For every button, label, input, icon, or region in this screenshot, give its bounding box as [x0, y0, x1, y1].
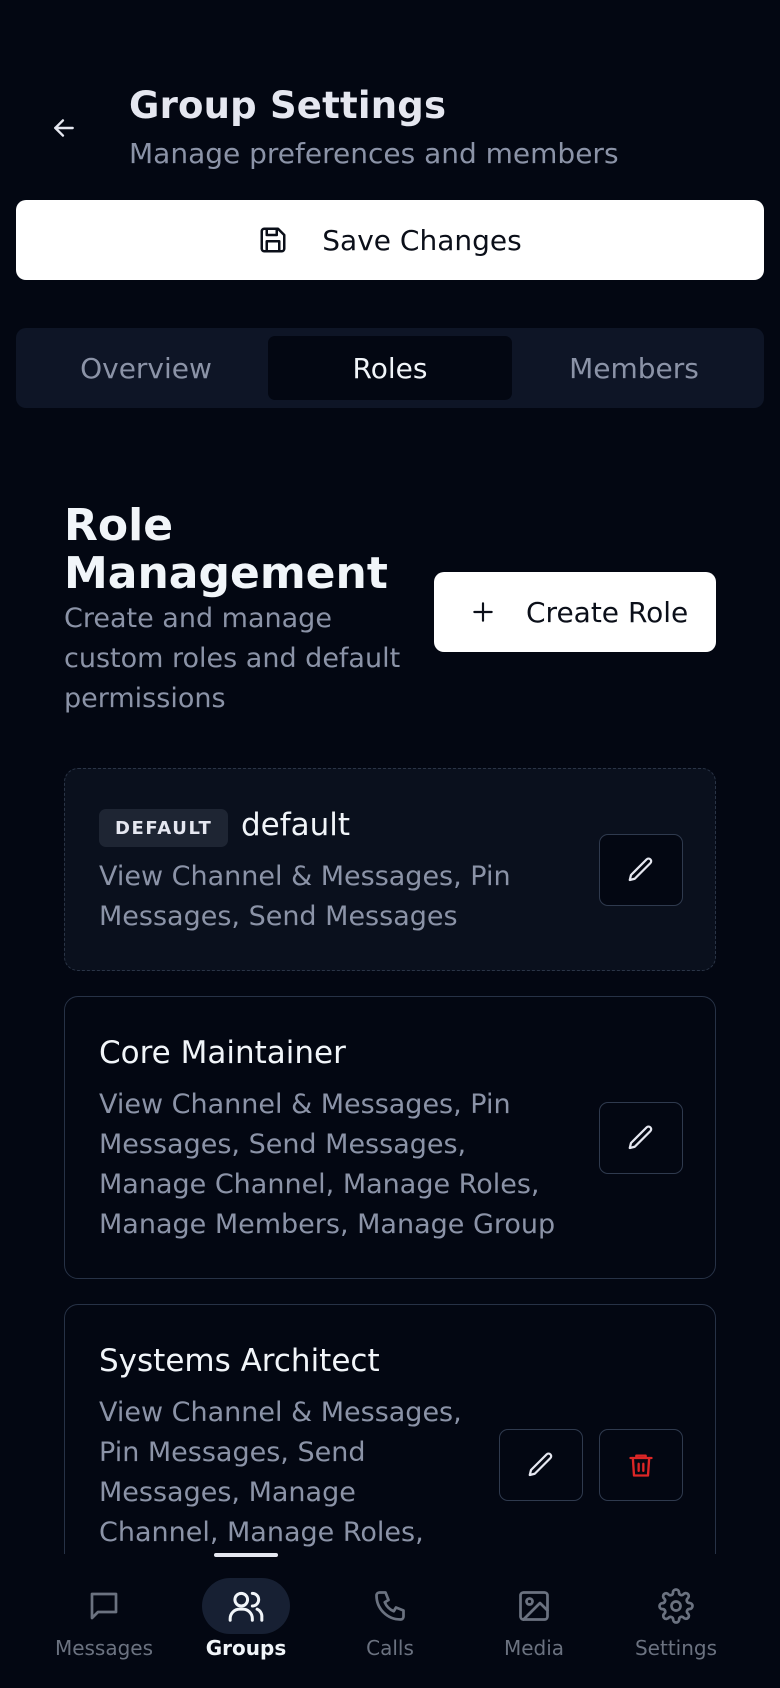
page-subtitle: Manage preferences and members — [129, 137, 619, 170]
nav-label: Settings — [634, 1636, 718, 1660]
edit-role-button[interactable] — [599, 834, 683, 906]
tab-members[interactable]: Members — [512, 336, 756, 400]
settings-tabs: Overview Roles Members — [16, 328, 764, 408]
nav-media[interactable]: Media — [474, 1578, 594, 1668]
tab-overview[interactable]: Overview — [24, 336, 268, 400]
nav-label: Messages — [54, 1636, 154, 1660]
nav-messages[interactable]: Messages — [44, 1578, 164, 1668]
role-name: default — [241, 807, 351, 843]
pencil-icon — [528, 1452, 553, 1477]
page-title: Group Settings — [129, 84, 447, 127]
users-icon — [228, 1591, 264, 1622]
section-title: Role Management — [64, 500, 388, 599]
role-name: Systems Architect — [99, 1343, 380, 1379]
nav-label: Calls — [366, 1636, 414, 1660]
image-icon — [519, 1591, 549, 1621]
create-role-label: Create Role — [526, 595, 689, 629]
role-name: Core Maintainer — [99, 1035, 346, 1071]
role-permissions: View Channel & Messages, Pin Messages, S… — [99, 1089, 556, 1240]
nav-label: Groups — [205, 1636, 287, 1660]
pencil-icon — [628, 857, 653, 882]
nav-groups[interactable]: Groups — [186, 1578, 306, 1668]
save-changes-label: Save Changes — [322, 223, 522, 257]
save-icon — [260, 227, 286, 253]
edit-role-button[interactable] — [599, 1102, 683, 1174]
role-card-core-maintainer: Core Maintainer View Channel & Messages,… — [64, 996, 716, 1279]
group-settings-screen: Group Settings Manage preferences and me… — [0, 0, 780, 1688]
edit-role-button[interactable] — [499, 1429, 583, 1501]
role-permissions: View Channel & Messages, Pin Messages, S… — [99, 861, 511, 932]
create-role-button[interactable]: Create Role — [434, 572, 716, 652]
role-permissions: View Channel & Messages, Pin Messages, S… — [99, 1397, 462, 1548]
gear-icon — [658, 1588, 694, 1624]
save-changes-button[interactable]: Save Changes — [16, 200, 764, 280]
nav-label: Media — [503, 1636, 565, 1660]
arrow-left-icon — [54, 119, 74, 137]
nav-settings[interactable]: Settings — [616, 1578, 736, 1668]
delete-role-button[interactable] — [599, 1429, 683, 1501]
pencil-icon — [628, 1125, 653, 1150]
message-icon — [90, 1592, 118, 1620]
nav-calls[interactable]: Calls — [330, 1578, 450, 1668]
plus-icon — [473, 602, 493, 622]
scroll-indicator — [214, 1553, 278, 1557]
role-card-default: DEFAULT default View Channel & Messages,… — [64, 768, 716, 971]
section-description: Create and manage custom roles and defau… — [64, 603, 401, 714]
default-badge: DEFAULT — [99, 809, 229, 847]
trash-icon — [629, 1454, 653, 1477]
tab-roles[interactable]: Roles — [268, 336, 512, 400]
phone-icon — [375, 1591, 405, 1621]
back-button[interactable] — [42, 104, 86, 152]
